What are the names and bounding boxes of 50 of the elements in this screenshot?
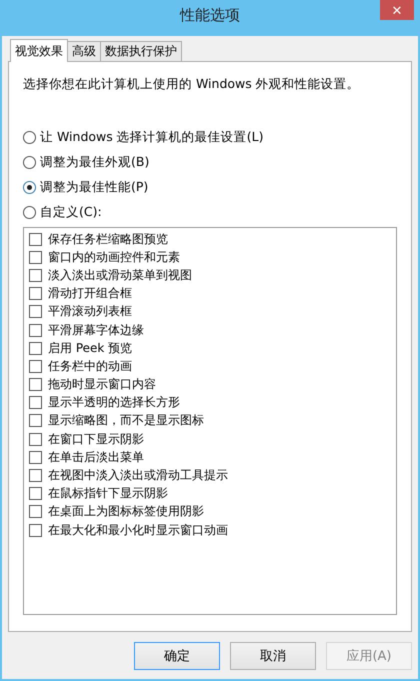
- radio-label: 让 Windows 选择计算机的最佳设置(L): [40, 129, 264, 146]
- checkbox-label: 平滑屏幕字体边缘: [48, 322, 144, 339]
- checkbox-label: 窗口内的动画控件和元素: [48, 248, 180, 266]
- window-title: 性能选项: [180, 6, 240, 25]
- checkbox-label: 在桌面上为图标标签使用阴影: [48, 503, 204, 520]
- checkbox[interactable]: [29, 360, 42, 373]
- checkbox-label: 在窗口下显示阴影: [48, 430, 144, 448]
- checkbox[interactable]: [29, 432, 42, 446]
- description-text: 选择你想在此计算机上使用的 Windows 外观和性能设置。: [23, 76, 361, 93]
- radio-button[interactable]: [23, 206, 36, 219]
- radio-button[interactable]: [23, 131, 36, 144]
- checkbox[interactable]: [29, 324, 42, 337]
- checkbox-label: 在鼠标指针下显示阴影: [48, 485, 168, 502]
- checkbox-label: 显示半透明的选择长方形: [48, 394, 180, 412]
- checkbox-label: 保存任务栏缩略图预览: [48, 230, 168, 248]
- checkbox-label: 在最大化和最小化时显示窗口动画: [48, 522, 228, 539]
- checkbox[interactable]: [29, 524, 42, 537]
- radio-button[interactable]: [23, 156, 36, 169]
- tab[interactable]: 视觉效果: [10, 39, 68, 62]
- dialog-button[interactable]: 确定: [134, 642, 220, 670]
- close-button[interactable]: ✕: [380, 0, 414, 20]
- checkbox-label: 在视图中淡入淡出或滑动工具提示: [48, 467, 228, 484]
- checkbox[interactable]: [29, 505, 42, 518]
- checkbox[interactable]: [29, 469, 42, 482]
- checkbox-label: 滑动打开组合框: [48, 285, 132, 302]
- checkbox[interactable]: [29, 268, 42, 282]
- checkbox-label: 平滑滚动列表框: [48, 303, 132, 320]
- checkbox-label: 拖动时显示窗口内容: [48, 376, 156, 394]
- checkbox[interactable]: [29, 450, 42, 464]
- tab[interactable]: 高级: [67, 41, 101, 61]
- checkbox-label: 淡入淡出或滑动菜单到视图: [48, 266, 192, 284]
- dialog-button[interactable]: 取消: [230, 642, 316, 670]
- radio-label: 自定义(C):: [40, 204, 102, 221]
- checkbox[interactable]: [29, 232, 42, 246]
- tab[interactable]: 数据执行保护: [100, 41, 182, 61]
- checkbox-label: 显示缩略图，而不是显示图标: [48, 412, 204, 430]
- checkbox[interactable]: [29, 414, 42, 428]
- radio-button[interactable]: [23, 181, 36, 194]
- radio-label: 调整为最佳外观(B): [40, 154, 150, 171]
- checkbox[interactable]: [29, 250, 42, 264]
- checkbox[interactable]: [29, 305, 42, 318]
- checkbox-label: 启用 Peek 预览: [48, 340, 132, 357]
- checkbox[interactable]: [29, 287, 42, 300]
- radio-label: 调整为最佳性能(P): [40, 179, 148, 196]
- checkbox[interactable]: [29, 378, 42, 392]
- checkbox-label: 任务栏中的动画: [48, 358, 132, 375]
- checkbox[interactable]: [29, 487, 42, 500]
- checkbox[interactable]: [29, 342, 42, 355]
- checkbox-label: 在单击后淡出菜单: [48, 448, 144, 466]
- checkbox[interactable]: [29, 396, 42, 410]
